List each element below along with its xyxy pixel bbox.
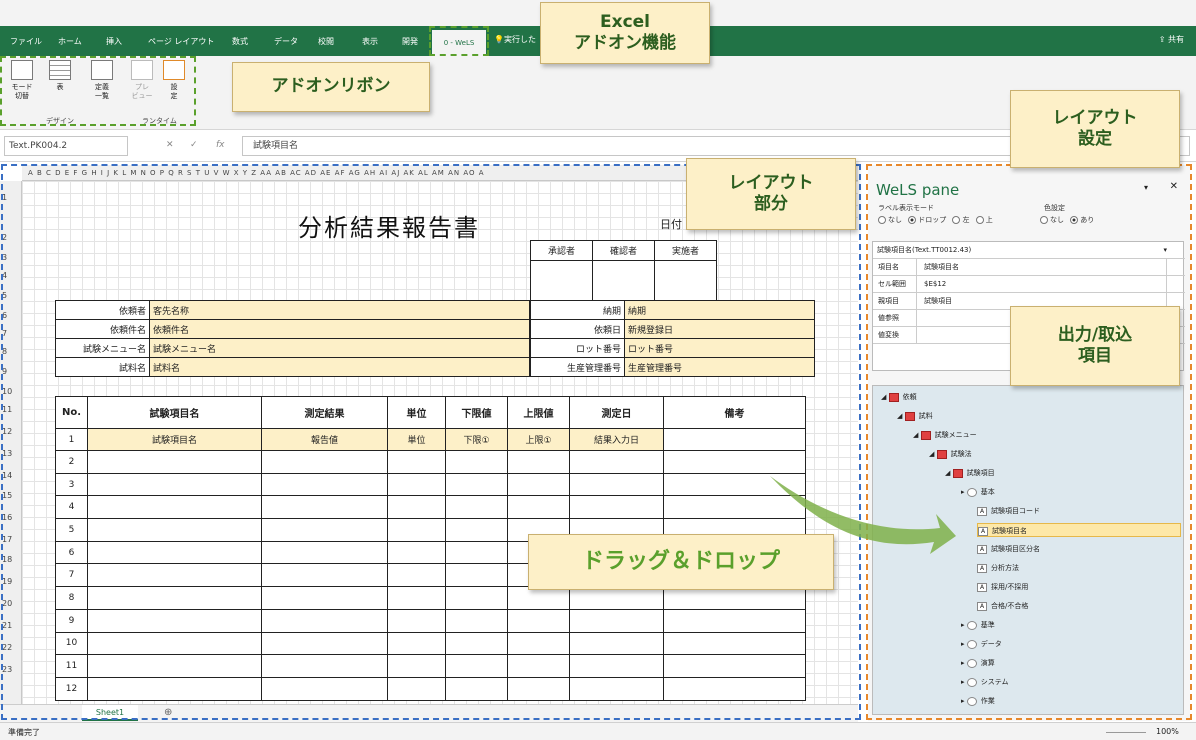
status-bar: 準備完了 100%: [0, 722, 1196, 740]
tab-7[interactable]: 表示: [362, 36, 378, 47]
zoom-level[interactable]: 100%: [1156, 727, 1179, 736]
tab-highlight: [429, 26, 489, 56]
function-icon[interactable]: fx: [216, 140, 225, 150]
tell-me[interactable]: 💡実行した: [494, 34, 536, 45]
pane-highlight: [866, 164, 1192, 720]
tab-8[interactable]: 開発: [402, 36, 418, 47]
tab-4[interactable]: 数式: [232, 36, 248, 47]
zoom-slider[interactable]: [1106, 732, 1146, 733]
tab-5[interactable]: データ: [274, 36, 298, 47]
tab-6[interactable]: 校閲: [318, 36, 334, 47]
lightbulb-icon: 💡: [494, 35, 504, 44]
share-button[interactable]: ⇪ 共有: [1159, 34, 1184, 45]
tab-3[interactable]: ページ レイアウト: [148, 36, 214, 47]
callout-layout-part: レイアウト 部分: [686, 158, 856, 230]
callout-excel-addon: Excel アドオン機能: [540, 2, 710, 64]
tab-0[interactable]: ファイル: [10, 36, 42, 47]
ribbon-highlight: [0, 56, 196, 126]
status-text: 準備完了: [8, 728, 40, 737]
name-box[interactable]: Text.PK004.2: [4, 136, 128, 156]
callout-addon-ribbon: アドオンリボン: [232, 62, 430, 112]
callout-io-items: 出力/取込 項目: [1010, 306, 1180, 386]
cancel-icon[interactable]: ✕: [166, 140, 174, 150]
layout-highlight: [1, 164, 861, 720]
share-icon: ⇪: [1158, 35, 1168, 44]
callout-drag-drop: ドラッグ＆ドロップ: [528, 534, 834, 590]
tab-2[interactable]: 挿入: [106, 36, 122, 47]
callout-layout-setting: レイアウト 設定: [1010, 90, 1180, 168]
tab-1[interactable]: ホーム: [58, 36, 82, 47]
confirm-icon[interactable]: ✓: [190, 140, 198, 150]
